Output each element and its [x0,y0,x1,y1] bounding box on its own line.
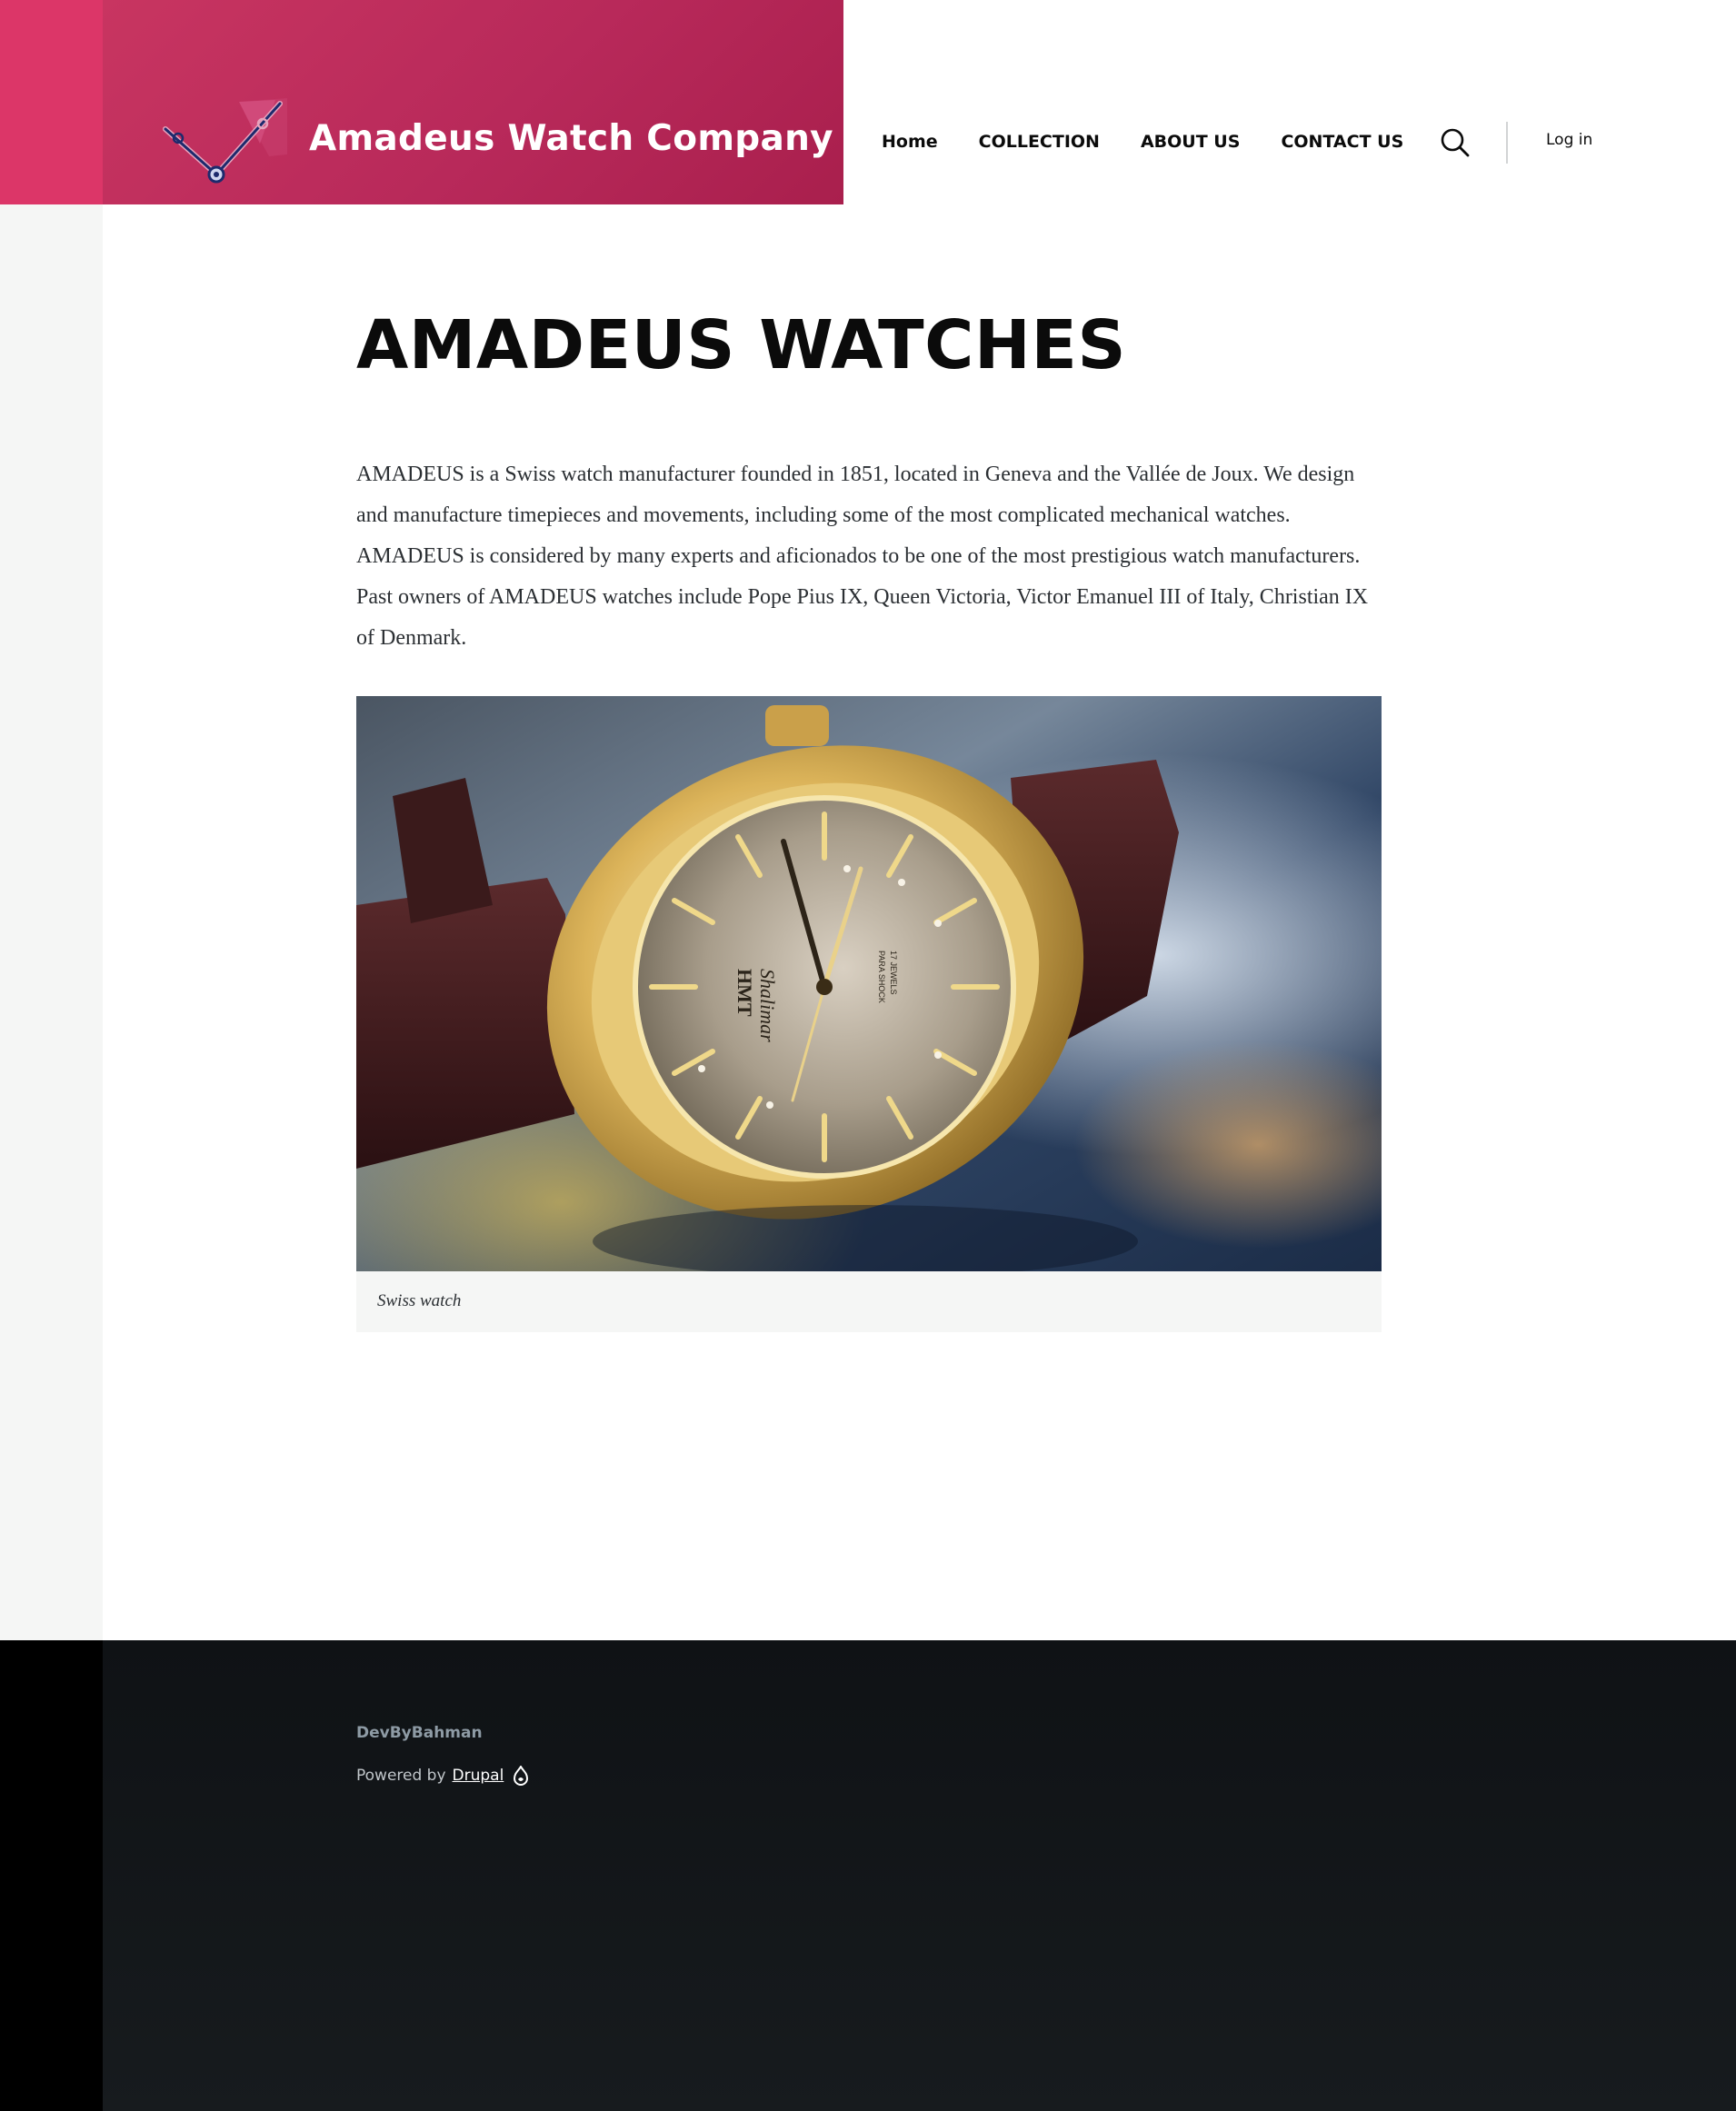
figure-caption: Swiss watch [377,1291,462,1310]
nav-divider [1506,122,1508,164]
dial-model-text: Shalimar [756,969,779,1042]
left-rail-bottom [0,1640,103,2111]
article-figure: HMT Shalimar PARA SHOCK 17 JEWELS Swiss … [356,696,1382,1332]
article-body: AMADEUS is a Swiss watch manufacturer fo… [356,463,1369,650]
nav-item-home[interactable]: Home [882,125,938,158]
login-link[interactable]: Log in [1546,131,1592,149]
search-button[interactable] [1439,126,1472,159]
site-logo-link[interactable] [153,91,289,191]
drupal-drop-icon [514,1766,529,1786]
site-branding: Amadeus Watch Company [103,0,843,204]
powered-by: Powered by Drupal [356,1766,529,1786]
dial-brand-text: HMT [733,969,756,1017]
dial-line1-text: PARA SHOCK [877,951,886,1003]
nav-item-contact-us[interactable]: CONTACT US [1281,125,1403,158]
nav-item-collection[interactable]: COLLECTION [979,125,1100,158]
nav-item-about-us[interactable]: ABOUT US [1141,125,1240,158]
footer-brand: DevByBahman [356,1724,483,1742]
site-footer: DevByBahman Powered by Drupal [103,1640,1736,2111]
left-rail-top [0,0,103,204]
search-icon [1441,128,1470,157]
watch-photo: HMT Shalimar PARA SHOCK 17 JEWELS [356,696,1382,1271]
site-name[interactable]: Amadeus Watch Company [309,118,833,159]
dial-line2-text: 17 JEWELS [889,951,898,995]
watch-hands-logo-icon [163,98,287,184]
left-rail-middle [0,204,103,1640]
powered-by-label: Powered by [356,1767,446,1785]
main-navigation: Home COLLECTION ABOUT US CONTACT US [882,125,1444,158]
page-title: AMADEUS WATCHES [356,306,1127,384]
drupal-link[interactable]: Drupal [453,1767,504,1785]
